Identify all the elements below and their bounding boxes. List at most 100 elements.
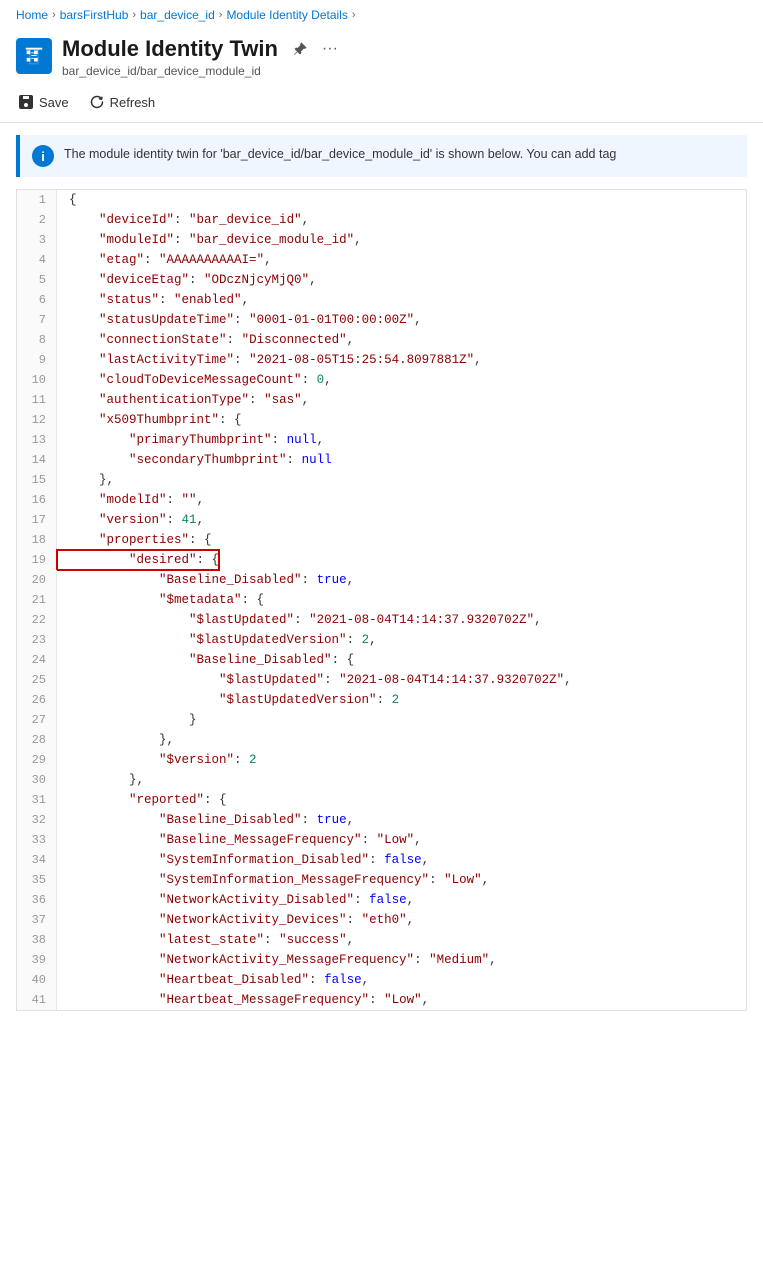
module-twin-icon [23,45,45,67]
line-content: "NetworkActivity_MessageFrequency": "Med… [57,950,497,970]
refresh-icon [89,94,105,110]
code-line: 24 "Baseline_Disabled": { [17,650,746,670]
line-number: 20 [17,570,57,590]
line-content: "$lastUpdated": "2021-08-04T14:14:37.932… [57,670,572,690]
line-content: "moduleId": "bar_device_module_id", [57,230,362,250]
line-content: "secondaryThumbprint": null [57,450,332,470]
code-line: 32 "Baseline_Disabled": true, [17,810,746,830]
line-number: 14 [17,450,57,470]
line-content: "deviceId": "bar_device_id", [57,210,309,230]
line-number: 30 [17,770,57,790]
pin-button[interactable] [288,39,312,59]
code-line: 40 "Heartbeat_Disabled": false, [17,970,746,990]
line-number: 25 [17,670,57,690]
line-content: "SystemInformation_MessageFrequency": "L… [57,870,489,890]
breadcrumb: Home › barsFirstHub › bar_device_id › Mo… [0,0,763,30]
line-number: 37 [17,910,57,930]
line-number: 39 [17,950,57,970]
line-content: "latest_state": "success", [57,930,354,950]
code-line: 33 "Baseline_MessageFrequency": "Low", [17,830,746,850]
code-line: 30 }, [17,770,746,790]
toolbar: Save Refresh [0,82,763,123]
code-line: 20 "Baseline_Disabled": true, [17,570,746,590]
line-number: 26 [17,690,57,710]
line-content: "Heartbeat_MessageFrequency": "Low", [57,990,429,1010]
code-line: 13 "primaryThumbprint": null, [17,430,746,450]
code-line: 35 "SystemInformation_MessageFrequency":… [17,870,746,890]
code-line: 28 }, [17,730,746,750]
breadcrumb-hub[interactable]: barsFirstHub [60,8,129,22]
line-content: "deviceEtag": "ODczNjcyMjQ0", [57,270,317,290]
code-line: 3 "moduleId": "bar_device_module_id", [17,230,746,250]
line-number: 31 [17,790,57,810]
line-content: "x509Thumbprint": { [57,410,242,430]
line-content: "properties": { [57,530,212,550]
code-line: 12 "x509Thumbprint": { [17,410,746,430]
code-line: 11 "authenticationType": "sas", [17,390,746,410]
code-line: 6 "status": "enabled", [17,290,746,310]
line-content: "connectionState": "Disconnected", [57,330,354,350]
info-icon: i [32,145,54,167]
code-line: 19 "desired": { [17,550,746,570]
line-number: 23 [17,630,57,650]
line-number: 3 [17,230,57,250]
ellipsis-icon: ··· [322,40,338,58]
breadcrumb-sep-2: › [132,9,136,21]
code-line: 4 "etag": "AAAAAAAAAAI=", [17,250,746,270]
code-line: 38 "latest_state": "success", [17,930,746,950]
more-options-button[interactable]: ··· [318,38,342,60]
line-content: "statusUpdateTime": "0001-01-01T00:00:00… [57,310,422,330]
save-icon [18,94,34,110]
line-number: 6 [17,290,57,310]
line-content: "modelId": "", [57,490,204,510]
page-title-block: Module Identity Twin ··· bar_device_id/b… [62,36,342,78]
code-line: 7 "statusUpdateTime": "0001-01-01T00:00:… [17,310,746,330]
page-title: Module Identity Twin [62,36,278,62]
code-line: 36 "NetworkActivity_Disabled": false, [17,890,746,910]
page-title-row: Module Identity Twin ··· [62,36,342,62]
line-content: "primaryThumbprint": null, [57,430,324,450]
line-number: 15 [17,470,57,490]
line-number: 16 [17,490,57,510]
code-line: 2 "deviceId": "bar_device_id", [17,210,746,230]
pin-icon [292,41,308,57]
refresh-label: Refresh [110,95,156,110]
line-content: "authenticationType": "sas", [57,390,309,410]
code-line: 25 "$lastUpdated": "2021-08-04T14:14:37.… [17,670,746,690]
code-line: 37 "NetworkActivity_Devices": "eth0", [17,910,746,930]
line-number: 24 [17,650,57,670]
line-content: { [57,190,77,210]
line-content: "lastActivityTime": "2021-08-05T15:25:54… [57,350,482,370]
code-line: 15 }, [17,470,746,490]
line-number: 22 [17,610,57,630]
line-number: 36 [17,890,57,910]
line-content: "Baseline_MessageFrequency": "Low", [57,830,422,850]
breadcrumb-current[interactable]: Module Identity Details [226,8,347,22]
code-line: 29 "$version": 2 [17,750,746,770]
info-banner: i The module identity twin for 'bar_devi… [16,135,747,177]
line-number: 33 [17,830,57,850]
code-line: 14 "secondaryThumbprint": null [17,450,746,470]
save-label: Save [39,95,69,110]
page-title-actions: ··· [288,38,342,60]
line-content: } [57,710,197,730]
code-editor[interactable]: 1{2 "deviceId": "bar_device_id",3 "modul… [16,189,747,1011]
code-line: 5 "deviceEtag": "ODczNjcyMjQ0", [17,270,746,290]
line-content: "$lastUpdated": "2021-08-04T14:14:37.932… [57,610,542,630]
line-number: 34 [17,850,57,870]
line-content: "SystemInformation_Disabled": false, [57,850,429,870]
line-number: 10 [17,370,57,390]
line-content: "NetworkActivity_Disabled": false, [57,890,414,910]
breadcrumb-home[interactable]: Home [16,8,48,22]
line-number: 2 [17,210,57,230]
breadcrumb-device[interactable]: bar_device_id [140,8,215,22]
page-icon [16,38,52,74]
line-number: 27 [17,710,57,730]
code-line: 34 "SystemInformation_Disabled": false, [17,850,746,870]
code-line: 26 "$lastUpdatedVersion": 2 [17,690,746,710]
save-button[interactable]: Save [16,90,71,114]
line-content: "reported": { [57,790,227,810]
refresh-button[interactable]: Refresh [87,90,158,114]
line-content: }, [57,470,114,490]
info-text: The module identity twin for 'bar_device… [64,145,616,164]
